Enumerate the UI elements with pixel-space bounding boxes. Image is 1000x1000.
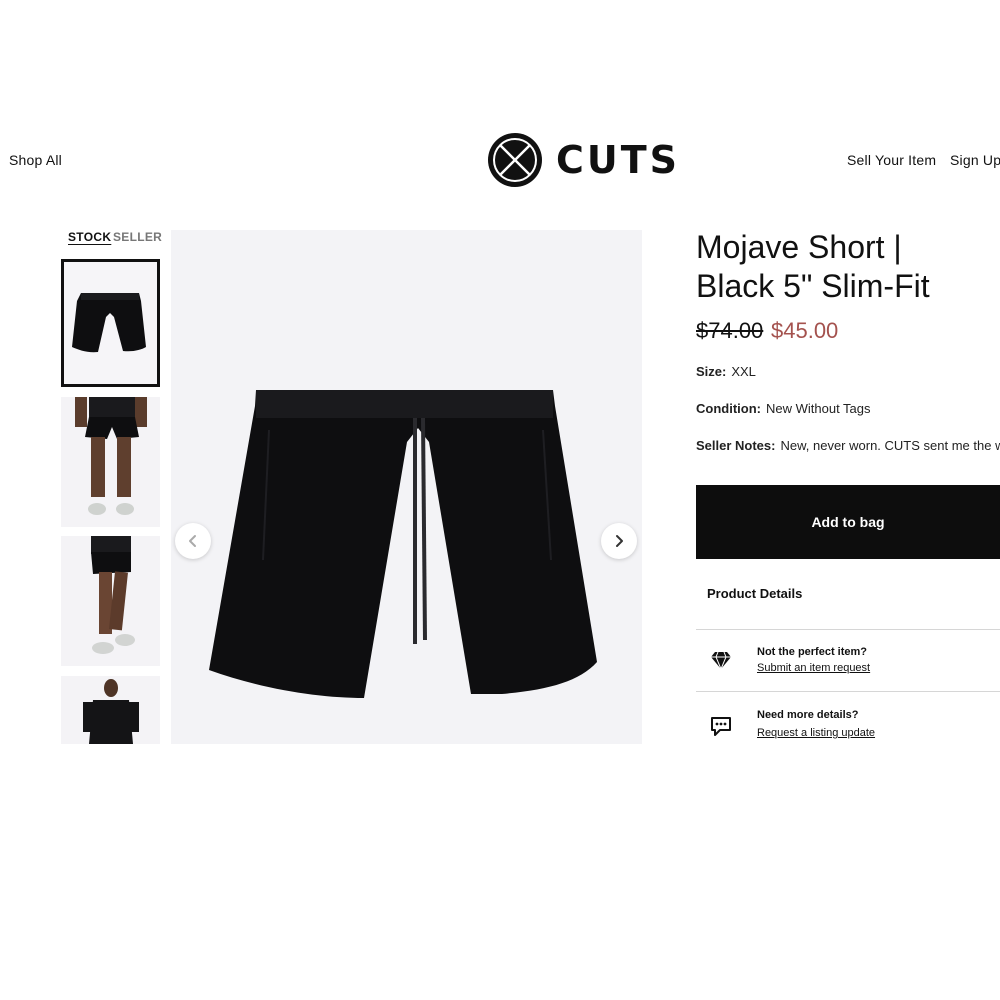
thumbnail-model-side[interactable] — [61, 536, 160, 666]
model-front-image — [75, 397, 147, 515]
brand-logo[interactable]: CUTS — [486, 131, 680, 189]
product-title: Mojave Short | Black 5" Slim-Fit — [696, 228, 996, 306]
product-title-line1: Mojave Short | — [696, 229, 902, 265]
thumbnail-model-front[interactable] — [61, 397, 160, 527]
chat-bubble-icon — [711, 717, 731, 736]
spec-size: Size: XXL — [696, 364, 756, 379]
shorts-flat-image — [72, 293, 146, 353]
main-product-image — [171, 230, 642, 744]
nav-sell-your-item[interactable]: Sell Your Item — [847, 152, 936, 168]
spec-notes-label: Seller Notes: — [696, 438, 776, 453]
sale-price: $45.00 — [771, 318, 839, 343]
spec-condition: Condition: New Without Tags — [696, 401, 871, 416]
chevron-left-icon — [189, 535, 196, 547]
model-shirt-image — [83, 679, 139, 744]
submit-item-request-link[interactable]: Submit an item request — [757, 662, 870, 674]
spec-notes-value: New, never worn. CUTS sent me the wro — [780, 438, 1000, 453]
spec-size-value: XXL — [731, 364, 756, 379]
spec-condition-value: New Without Tags — [765, 401, 871, 416]
spec-condition-label: Condition: — [696, 401, 761, 416]
nav-sign-up[interactable]: Sign Up — [950, 152, 1000, 168]
help-question-item: Not the perfect item? — [757, 646, 868, 658]
thumbnail-model-shirt[interactable] — [61, 676, 160, 744]
divider — [696, 629, 1000, 630]
spec-seller-notes: Seller Notes: New, never worn. CUTS sent … — [696, 438, 1000, 453]
shorts-main-image — [209, 390, 597, 698]
model-side-image — [91, 536, 135, 654]
nav-shop-all[interactable]: Shop All — [9, 152, 62, 168]
tab-stock-photos[interactable]: STOCK — [68, 230, 111, 244]
add-to-bag-button[interactable]: Add to bag — [696, 485, 1000, 559]
carousel-next-button[interactable] — [601, 523, 637, 559]
divider — [696, 691, 1000, 692]
carousel-prev-button[interactable] — [175, 523, 211, 559]
spec-size-label: Size: — [696, 364, 727, 379]
thumbnail-front-flat[interactable] — [61, 259, 160, 387]
product-title-line2: Black 5" Slim-Fit — [696, 268, 930, 304]
tab-seller-photos[interactable]: SELLER — [113, 230, 162, 244]
diamond-icon — [711, 651, 731, 671]
brand-name: CUTS — [556, 138, 681, 182]
original-price: $74.00 — [696, 318, 764, 343]
product-details-toggle[interactable]: Product Details — [707, 586, 802, 601]
logo-mark-icon — [488, 133, 542, 187]
request-listing-update-link[interactable]: Request a listing update — [757, 727, 875, 739]
chevron-right-icon — [616, 535, 623, 547]
help-question-details: Need more details? — [757, 709, 859, 721]
